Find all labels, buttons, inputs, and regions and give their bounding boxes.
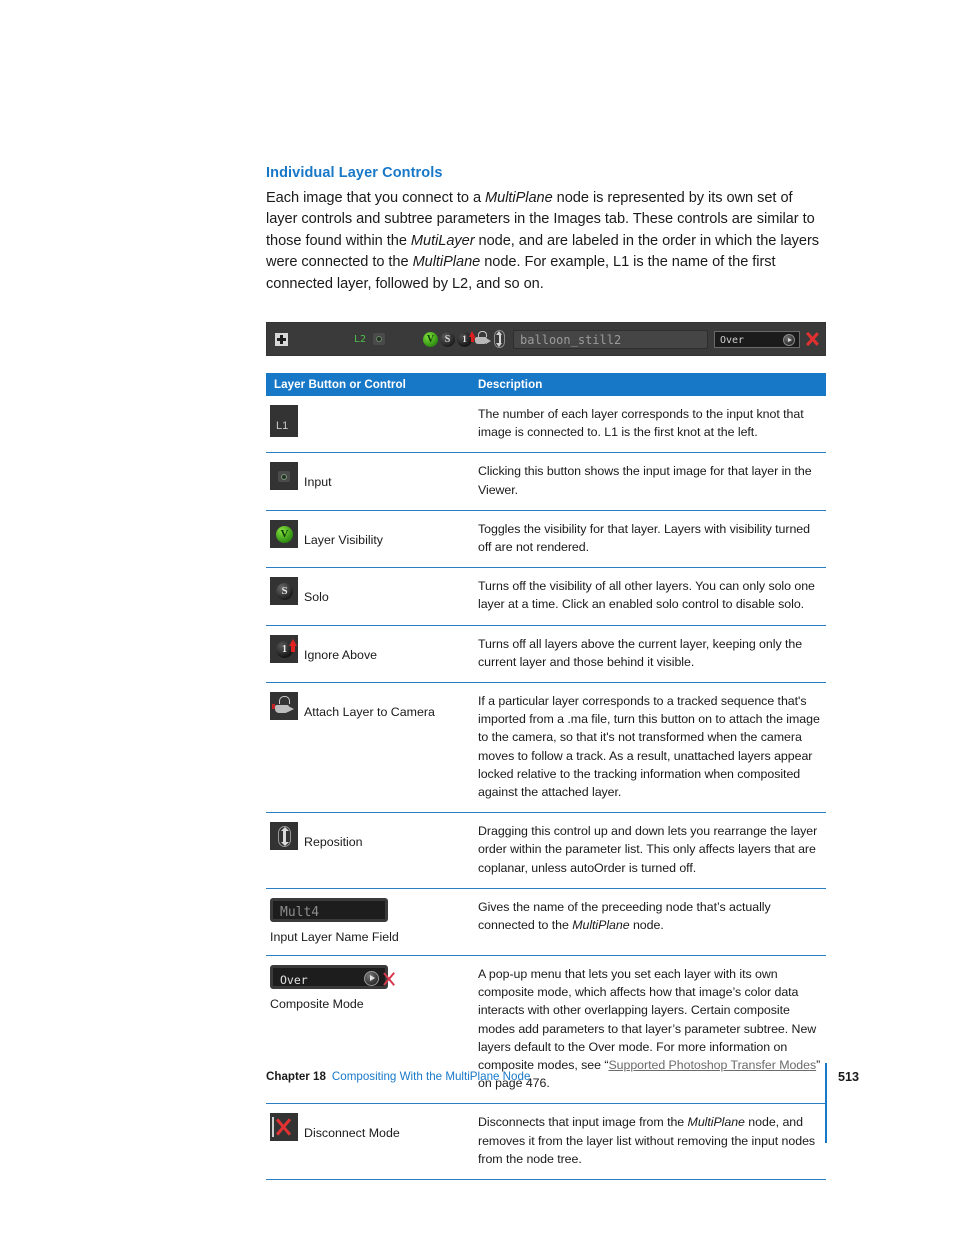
control-label: Input [304,475,332,490]
disconnect-icon[interactable] [385,971,394,987]
control-label: Layer Visibility [304,532,383,547]
table-row: Disconnect Mode Disconnects that input i… [266,1103,826,1180]
description-cell: Clicking this button shows the input ima… [464,452,826,511]
solo-glyph: S [276,583,293,601]
intro-emphasis-2: MutiLayer [410,232,475,249]
ignore-above-icon[interactable]: 1 [457,330,476,347]
composite-mode-popup[interactable]: Over [270,964,388,989]
strip-icon-cluster: V S 1 [423,330,506,349]
control-cell: Attach Layer to Camera [266,682,464,814]
description-cell: If a particular layer corresponds to a t… [464,682,826,814]
layer-number-icon: L1 [270,405,298,438]
attach-camera-icon [270,692,298,721]
column-header-control: Layer Button or Control [266,373,464,397]
description-cell: Disconnects that input image from the Mu… [464,1103,826,1180]
description-emphasis: MultiPlane [687,1115,745,1130]
control-cell: S Solo [266,567,464,626]
attach-camera-icon[interactable] [473,331,492,347]
description-cell: Turns off all layers above the current l… [464,625,826,684]
layer-strip-figure: L2 V S 1 balloon_still2 Over [266,322,826,357]
ignore-above-icon: 1 [270,634,298,663]
ignore-above-glyph: 1 [276,638,297,658]
intro-emphasis-3: MultiPlane [412,254,481,271]
description-cell: Turns off the visibility of all other la… [464,567,826,626]
footer-chapter: Chapter 18 [266,1070,326,1083]
page-number: 513 [838,1070,860,1084]
layer-visibility-icon: V [270,519,298,548]
composite-mode-value: Over [280,972,308,987]
table-row: Reposition Dragging this control up and … [266,812,826,889]
description-emphasis: MultiPlane [572,918,630,933]
control-label: Composite Mode [270,996,364,1011]
strip-composite-mode-value: Over [720,334,745,346]
description-cell: The number of each layer corresponds to … [464,396,826,454]
control-cell: Mult4 Input Layer Name Field [266,888,464,956]
chevron-right-icon[interactable] [364,970,379,986]
control-label: Input Layer Name Field [270,929,399,944]
control-cell: Input [266,452,464,511]
reposition-icon [270,822,298,851]
intro-emphasis-1: MultiPlane [485,190,553,206]
control-cell: L1 [266,396,464,454]
footer: Chapter 18 Compositing With the MultiPlan… [266,1070,846,1083]
description-cell: Gives the name of the preceeding node th… [464,888,826,956]
strip-layer-id: L2 [354,333,367,345]
table-row: Input Clicking this button shows the inp… [266,452,826,511]
table-row: S Solo Turns off the visibility of all o… [266,567,826,626]
control-cell: Disconnect Mode [266,1103,464,1180]
control-label: Ignore Above [304,647,378,662]
expand-icon[interactable] [275,332,288,346]
layer-visibility-icon[interactable]: V [423,331,439,347]
disconnect-icon[interactable] [805,331,819,347]
table-header-row: Layer Button or Control Description [266,373,826,397]
column-header-description: Description [464,373,826,397]
input-icon[interactable] [373,333,386,346]
solo-icon[interactable]: S [440,331,456,347]
input-layer-name-field[interactable]: Mult4 [270,897,388,922]
layer-number-label: L1 [276,420,289,433]
page-title: Individual Layer Controls [266,165,443,181]
control-label: Solo [304,590,329,605]
footer-title: Compositing With the MultiPlane Node [331,1070,531,1083]
layer-controls-table: Layer Button or Control Description L1 T… [266,373,826,1180]
control-label: Attach Layer to Camera [304,705,435,720]
disconnect-icon [270,1113,298,1142]
table-row: Attach Layer to Camera If a particular l… [266,682,826,814]
intro-paragraph: Each image that you connect to a MultiPl… [266,188,826,295]
intro-text-1: Each image that you connect to a [266,190,486,206]
table-row: 1 Ignore Above Turns off all layers abov… [266,625,826,684]
solo-icon: S [270,577,298,606]
layer-visibility-glyph: V [276,525,293,543]
strip-composite-mode-popup[interactable]: Over [714,330,800,348]
control-cell: Reposition [266,812,464,889]
strip-name-field[interactable]: balloon_still2 [513,329,708,349]
control-label: Reposition [304,835,363,850]
reposition-icon[interactable] [494,330,506,349]
description-cell: Toggles the visibility for that layer. L… [464,510,826,569]
table-row: L1 The number of each layer corresponds … [266,396,826,454]
page-content: Individual Layer Controls Each image tha… [266,0,826,1180]
description-cell: Dragging this control up and down lets y… [464,812,826,889]
control-cell: 1 Ignore Above [266,625,464,684]
table-row: V Layer Visibility Toggles the visibilit… [266,510,826,569]
table-row: Mult4 Input Layer Name Field Gives the n… [266,888,826,956]
chevron-right-icon[interactable] [783,334,795,347]
control-label: Disconnect Mode [304,1126,400,1141]
control-cell: V Layer Visibility [266,510,464,569]
footer-divider [825,1063,827,1143]
input-icon [270,462,298,491]
